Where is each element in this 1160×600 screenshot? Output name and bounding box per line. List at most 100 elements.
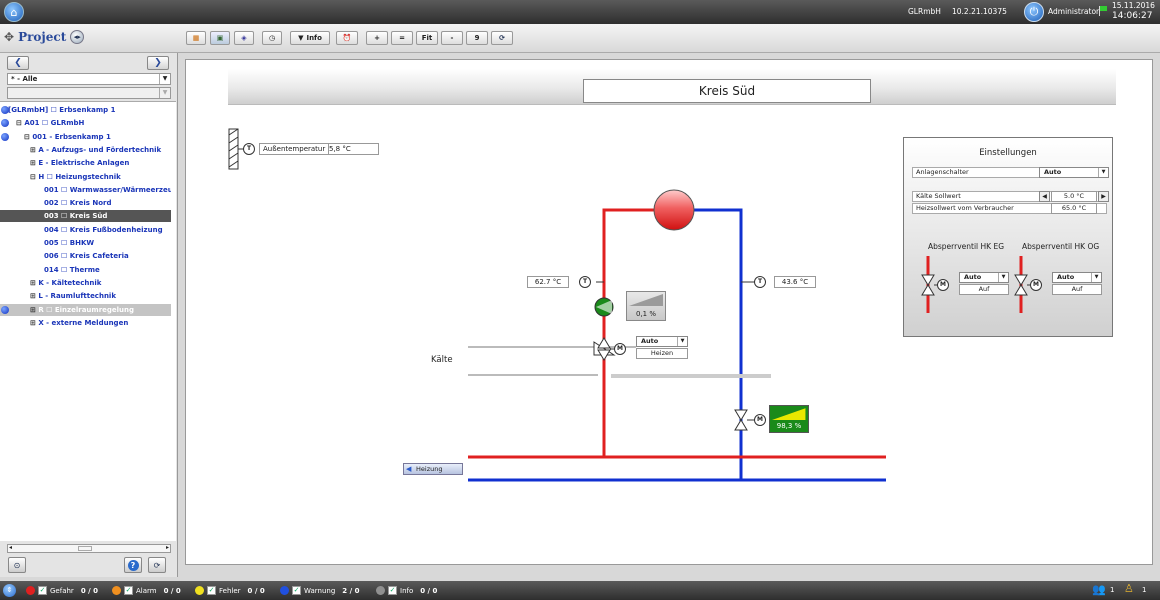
checkbox[interactable]: ✓ — [388, 586, 397, 595]
project-label: Project — [18, 30, 67, 44]
zoom-reset-button[interactable]: = — [391, 31, 413, 45]
status-filter-1[interactable]: ✓ Alarm 0 / 0 — [112, 583, 181, 598]
tree-item[interactable]: ⊞ R ☐ Einzelraumregelung — [0, 303, 171, 316]
tree-item-label: E - Elektrische Anlagen — [38, 159, 130, 168]
info-button-label: Info — [306, 34, 322, 42]
home-icon[interactable]: ⌂ — [4, 2, 24, 22]
tree-item[interactable]: 004 ☐ Kreis Fußbodenheizung — [0, 224, 171, 236]
tag-icon: ◈ — [241, 34, 247, 42]
tree-item[interactable]: ⊞ L - Raumlufttechnik — [0, 290, 171, 302]
search-select[interactable]: ▼ — [7, 87, 171, 99]
return-valve-icon[interactable] — [734, 409, 754, 431]
valve-eg-mode-select[interactable]: Auto ▼ — [959, 272, 1009, 283]
status-dot-icon — [376, 586, 385, 595]
scroll-left-icon[interactable]: ◂ — [9, 544, 12, 551]
anlagenschalter-label: Anlagenschalter — [916, 168, 969, 176]
status-filter-0[interactable]: ✓ Gefahr 0 / 0 — [26, 583, 98, 598]
checkbox[interactable]: ✓ — [38, 586, 47, 595]
zoom-out-button[interactable]: - — [441, 31, 463, 45]
tag-button[interactable]: ◈ — [234, 31, 254, 45]
outside-temp-sensor: T — [243, 143, 255, 155]
horizontal-scrollbar[interactable]: ◂ ▸ — [7, 544, 171, 553]
help-button[interactable]: ? — [124, 557, 142, 573]
chevron-down-icon: ▼ — [998, 273, 1008, 282]
users-count: 1 — [1110, 586, 1115, 594]
heat-exchanger-icon — [653, 189, 695, 231]
increase-button[interactable]: ▶ — [1098, 191, 1109, 202]
alarm-clock-button[interactable]: ⏰ — [336, 31, 358, 45]
tree-item[interactable]: ⊞ A - Aufzugs- und Fördertechnik — [0, 144, 171, 156]
return-valve-motor-icon[interactable]: M — [754, 414, 766, 426]
level-gauge — [772, 408, 806, 420]
tree-item-label: L - Raumlufttechnik — [38, 292, 116, 301]
tree-item-label: X - externe Meldungen — [38, 318, 129, 327]
tree-item[interactable]: ⊟ A01 ☐ GLRmbH — [0, 117, 171, 129]
status-filter-2[interactable]: ✓ Fehler 0 / 0 — [195, 583, 265, 598]
return-pipe — [694, 208, 743, 480]
user-name: Administrator — [1048, 7, 1100, 16]
return-valve-display[interactable]: 98,3 % — [769, 405, 809, 433]
help-icon: ? — [127, 559, 139, 571]
valve-motor-icon[interactable]: M — [614, 343, 626, 355]
tree-item[interactable]: ⊟ H ☐ Heizungstechnik — [0, 171, 171, 183]
tree-item[interactable]: 014 ☐ Therme — [0, 264, 171, 276]
flag-icon — [1099, 6, 1107, 16]
status-filter-4[interactable]: ✓ Info 0 / 0 — [376, 583, 437, 598]
picture-view-button[interactable]: ▣ — [210, 31, 230, 45]
status-toggle-icon[interactable]: ⇕ — [3, 584, 16, 597]
mixing-valve-icon[interactable] — [593, 337, 616, 361]
clock-icon: ◷ — [268, 34, 276, 42]
kaelte-sollwert-row: Kälte Sollwert ◀ 5.0 °C ▶ — [912, 191, 1109, 202]
status-label: Gefahr — [50, 586, 74, 595]
chevron-down-icon: ▼ — [159, 88, 170, 98]
triangle-down-icon: ▼ — [298, 34, 304, 42]
tree-item[interactable]: 002 ☐ Kreis Nord — [0, 197, 171, 209]
status-dot-icon — [280, 586, 289, 595]
tree-item[interactable]: 006 ☐ Kreis Cafeteria — [0, 250, 171, 262]
filter-select[interactable]: * - Alle ▼ — [7, 73, 171, 85]
tree-item[interactable]: ⊞ E - Elektrische Anlagen — [0, 157, 171, 169]
checkbox[interactable]: ✓ — [207, 586, 216, 595]
filter-select-value: * - Alle — [11, 75, 38, 83]
tree-item[interactable]: ⊟ 001 - Erbsenkamp 1 — [0, 131, 171, 143]
checkbox[interactable]: ✓ — [292, 586, 301, 595]
alarm-clock-icon: ⏰ — [342, 34, 352, 42]
tree-item-label: 001 ☐ Warmwasser/Wärmeerzeugung — [44, 185, 171, 194]
heizung-link-button[interactable]: ◀ Heizung — [403, 463, 463, 475]
grid-view-button[interactable]: ▦ — [186, 31, 206, 45]
reload-button[interactable]: ⟳ — [148, 557, 166, 573]
valve-og-motor-icon[interactable]: M — [1030, 279, 1042, 291]
power-icon[interactable]: ⏻ — [1024, 2, 1044, 22]
locate-button[interactable]: ⊙ — [8, 557, 26, 573]
clock-button[interactable]: ◷ — [262, 31, 282, 45]
scroll-right-icon[interactable]: ▸ — [166, 544, 169, 551]
tree-item[interactable]: ⊞ K - Kältetechnik — [0, 277, 171, 289]
valve-eg-motor-icon[interactable]: M — [937, 279, 949, 291]
tree-item[interactable]: [GLRmbH] ☐ Erbsenkamp 1 — [0, 104, 171, 116]
zoom-fit-button[interactable]: Fit — [416, 31, 438, 45]
left-panel-footer: ◂ ▸ ⊙ ? ⟳ — [0, 541, 176, 577]
tree-item[interactable]: 003 ☐ Kreis Süd — [0, 210, 171, 223]
checkbox[interactable]: ✓ — [124, 586, 133, 595]
tree-item[interactable]: 001 ☐ Warmwasser/Wärmeerzeugung — [0, 184, 171, 196]
valve-og-label: Absperrventil HK OG — [1022, 242, 1100, 251]
info-button[interactable]: ▼ Info — [290, 31, 330, 45]
tree-item[interactable]: ⊞ X - externe Meldungen — [0, 317, 171, 329]
chevron-down-icon: ▼ — [1091, 273, 1101, 282]
picture-icon: ▣ — [216, 34, 224, 42]
zoom-in-button[interactable]: + — [366, 31, 388, 45]
decrease-button[interactable]: ◀ — [1039, 191, 1050, 202]
scroll-thumb[interactable] — [78, 546, 92, 551]
swap-icon[interactable]: ◂▸ — [70, 30, 85, 44]
valve-og-mode-select[interactable]: Auto ▼ — [1052, 272, 1102, 283]
kaelte-sollwert-value[interactable]: 5.0 °C — [1051, 191, 1097, 202]
chevron-right-icon: ❯ — [154, 58, 162, 68]
refresh-button[interactable]: ⟳ — [491, 31, 513, 45]
forward-button[interactable]: ❯ — [147, 56, 169, 70]
status-filter-3[interactable]: ✓ Warnung 2 / 0 — [280, 583, 359, 598]
status-dot-icon — [195, 586, 204, 595]
valve-mode-select[interactable]: Auto ▼ — [636, 336, 688, 347]
back-button[interactable]: ❮ — [7, 56, 29, 70]
tree-item[interactable]: 005 ☐ BHKW — [0, 237, 171, 249]
anlagenschalter-select[interactable]: Auto ▼ — [1039, 167, 1109, 178]
